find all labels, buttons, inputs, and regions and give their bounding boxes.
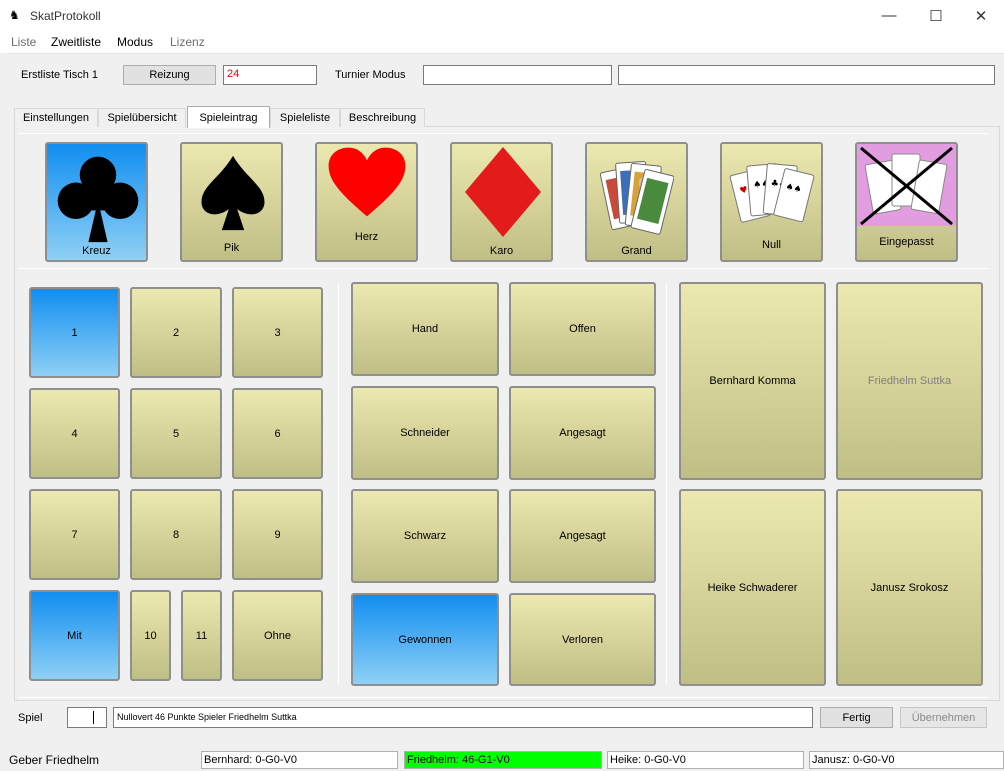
game-karo-label: Karo <box>489 245 514 257</box>
table-label: Erstliste Tisch 1 <box>21 69 99 81</box>
gewonnen-button[interactable]: Gewonnen <box>351 593 499 686</box>
player-friedhelm-button[interactable]: Friedhelm Suttka <box>836 282 983 480</box>
app-icon: ♞ <box>9 8 20 22</box>
null-cards-icon: ♥♥ ♠♠ ♣♣ ♠♠ <box>729 163 815 223</box>
player-label: Heike Schwaderer <box>707 581 798 594</box>
menu-modus[interactable]: Modus <box>117 35 153 49</box>
game-null-label: Null <box>762 239 781 251</box>
number-6-button[interactable]: 6 <box>232 388 323 479</box>
maximize-button[interactable]: ☐ <box>913 0 959 31</box>
separator <box>666 282 667 686</box>
game-grand-label: Grand <box>621 245 652 257</box>
reizung-input[interactable]: 24 <box>223 65 317 85</box>
schneider-button[interactable]: Schneider <box>351 386 499 480</box>
game-karo-button[interactable]: Karo <box>450 142 553 262</box>
title-bar: ♞ SkatProtokoll — ☐ ✕ <box>0 0 1004 31</box>
mit-button[interactable]: Mit <box>29 590 120 681</box>
game-null-button[interactable]: ♥♥ ♠♠ ♣♣ ♠♠ Null <box>720 142 823 262</box>
separator <box>18 133 988 134</box>
game-herz-button[interactable]: Herz <box>315 142 418 262</box>
menu-lizenz[interactable]: Lizenz <box>170 35 205 49</box>
number-1-button[interactable]: 1 <box>29 287 120 378</box>
grand-cards-icon <box>600 160 674 235</box>
geber-label: Geber Friedhelm <box>9 753 100 767</box>
spade-icon <box>201 155 265 231</box>
player-bernhard-button[interactable]: Bernhard Komma <box>679 282 826 480</box>
game-grand-button[interactable]: Grand <box>585 142 688 262</box>
diamond-icon <box>465 147 541 237</box>
spiel-number-input[interactable] <box>67 707 107 728</box>
player-janusz-button[interactable]: Janusz Srokosz <box>836 489 983 686</box>
player-label: Bernhard Komma <box>709 375 796 387</box>
number-9-button[interactable]: 9 <box>232 489 323 580</box>
number-2-button[interactable]: 2 <box>130 287 222 378</box>
game-kreuz-label: Kreuz <box>82 245 111 257</box>
turnier-field-2[interactable] <box>618 65 995 85</box>
status-friedhelm: Friedhelm: 46-G1-V0 <box>404 751 602 769</box>
heart-icon <box>328 147 406 217</box>
player-heike-button[interactable]: Heike Schwaderer <box>679 489 826 686</box>
schwarz-button[interactable]: Schwarz <box>351 489 499 583</box>
status-bar: Geber Friedhelm Bernhard: 0-G0-V0 Friedh… <box>0 749 1004 771</box>
game-pik-label: Pik <box>223 242 240 254</box>
text-cursor <box>93 711 94 724</box>
player-label: Janusz Srokosz <box>870 581 949 594</box>
close-button[interactable]: ✕ <box>958 0 1004 31</box>
separator <box>18 697 988 698</box>
hand-button[interactable]: Hand <box>351 282 499 376</box>
number-7-button[interactable]: 7 <box>29 489 120 580</box>
number-4-button[interactable]: 4 <box>29 388 120 479</box>
spiel-label: Spiel <box>18 712 43 724</box>
offen-button[interactable]: Offen <box>509 282 656 376</box>
tab-einstellungen[interactable]: Einstellungen <box>14 108 98 127</box>
minimize-button[interactable]: — <box>866 0 912 31</box>
number-3-button[interactable]: 3 <box>232 287 323 378</box>
schneider-angesagt-button[interactable]: Angesagt <box>509 386 656 480</box>
window-title: SkatProtokoll <box>30 9 101 23</box>
tab-spieleintrag[interactable]: Spieleintrag <box>187 106 270 128</box>
menu-bar: Liste Zweitliste Modus Lizenz <box>0 31 1004 53</box>
top-toolbar: Erstliste Tisch 1 Reizung 24 Turnier Mod… <box>7 53 1004 95</box>
fertig-button[interactable]: Fertig <box>820 707 893 728</box>
status-janusz: Janusz: 0-G0-V0 <box>809 751 1004 769</box>
club-icon <box>57 156 139 243</box>
game-eingepasst-button[interactable]: Eingepasst <box>855 142 958 262</box>
number-10-button[interactable]: 10 <box>130 590 171 681</box>
menu-liste[interactable]: Liste <box>11 35 36 49</box>
game-herz-label: Herz <box>354 231 379 243</box>
player-label: Friedhelm Suttka <box>867 375 952 387</box>
game-kreuz-button[interactable]: Kreuz <box>45 142 148 262</box>
turnier-label: Turnier Modus <box>335 69 406 81</box>
tab-spieleliste[interactable]: Spieleliste <box>270 108 340 127</box>
tab-spieluebersicht[interactable]: Spielübersicht <box>98 108 186 127</box>
schwarz-angesagt-button[interactable]: Angesagt <box>509 489 656 583</box>
verloren-button[interactable]: Verloren <box>509 593 656 686</box>
crossed-cards-icon <box>857 144 956 226</box>
separator <box>338 282 339 686</box>
tab-beschreibung[interactable]: Beschreibung <box>340 108 425 127</box>
uebernehmen-button[interactable]: Übernehmen <box>900 707 987 728</box>
number-11-button[interactable]: 11 <box>181 590 222 681</box>
menu-zweitliste[interactable]: Zweitliste <box>51 35 101 49</box>
game-description-field[interactable]: Nullovert 46 Punkte Spieler Friedhelm Su… <box>113 707 813 728</box>
game-eingepasst-label: Eingepasst <box>879 236 934 248</box>
game-pik-button[interactable]: Pik <box>180 142 283 262</box>
status-bernhard: Bernhard: 0-G0-V0 <box>201 751 398 769</box>
reizung-button[interactable]: Reizung <box>123 65 216 85</box>
ohne-button[interactable]: Ohne <box>232 590 323 681</box>
status-heike: Heike: 0-G0-V0 <box>607 751 804 769</box>
number-5-button[interactable]: 5 <box>130 388 222 479</box>
separator <box>18 268 988 269</box>
turnier-field-1[interactable] <box>423 65 612 85</box>
number-8-button[interactable]: 8 <box>130 489 222 580</box>
